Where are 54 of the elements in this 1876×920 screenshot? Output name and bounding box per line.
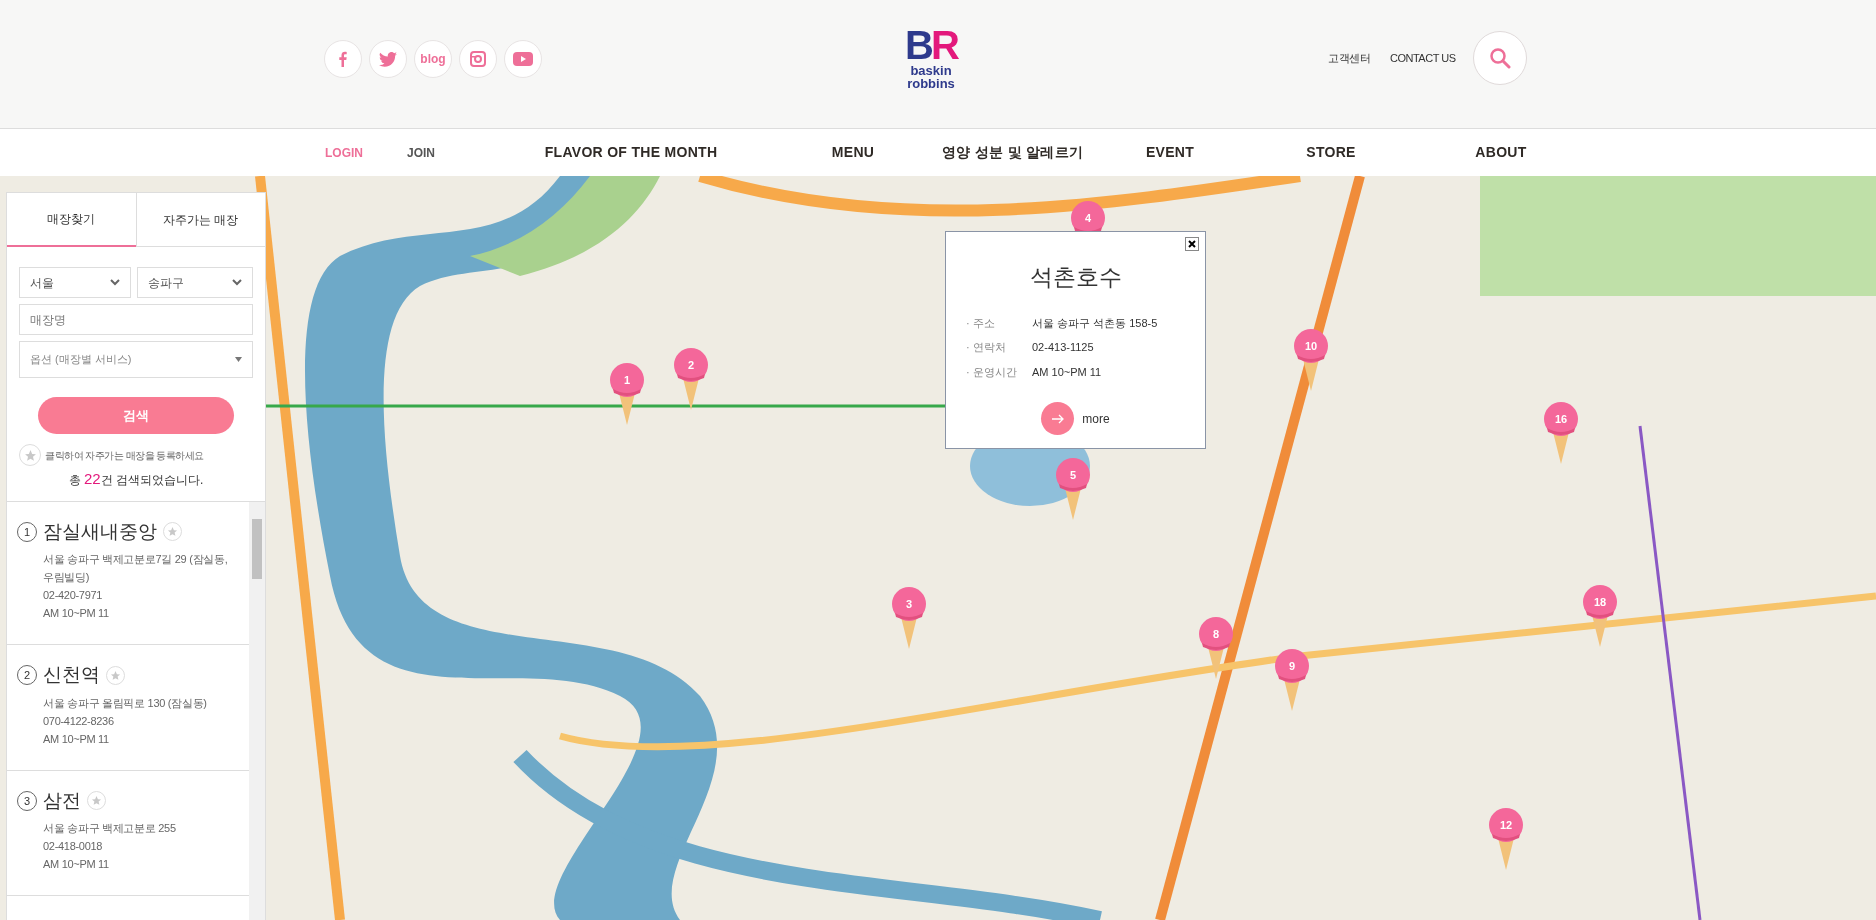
store-address: 서울 송파구 백제고분로7길 29 (잠실동, 우림빌딩): [43, 552, 229, 585]
utility-link[interactable]: 고객센터: [1328, 50, 1370, 67]
nav-link[interactable]: ABOUT: [1451, 142, 1551, 163]
nav-link[interactable]: STORE: [1281, 142, 1381, 163]
chevron-icon: [109, 279, 120, 286]
twitter-link[interactable]: [369, 40, 407, 78]
store-phone: 070-4122-8236: [43, 713, 115, 729]
bird-icon: [379, 51, 397, 67]
nav-link[interactable]: FLAVOR OF THE MONTH: [531, 142, 731, 163]
store-phone: 02-420-7971: [43, 588, 104, 603]
store-hours: AM 10~PM 11: [43, 731, 110, 747]
store-address: 서울 송파구 백제고분로 255: [43, 821, 177, 836]
field-value: 서울 송파구 석촌동 158-5: [1032, 315, 1158, 331]
store-hours: AM 10~PM 11: [43, 857, 110, 872]
triangle-icon: [235, 357, 242, 362]
store-name: 잠실새내중앙: [43, 519, 157, 544]
facebook-icon: [336, 51, 350, 67]
option-select[interactable]: 옵션 (매장별 서비스): [19, 341, 253, 378]
instagram-link[interactable]: [459, 40, 497, 78]
chevron-icon: [232, 279, 242, 286]
youtube-link[interactable]: [504, 40, 542, 78]
store-name: 신천역: [43, 663, 100, 687]
field-value: 02-413-1125: [1032, 340, 1094, 355]
region-select[interactable]: 서울: [19, 267, 131, 298]
nav-link[interactable]: JOIN: [391, 143, 451, 162]
store-name: 삼전: [43, 788, 81, 813]
arrow-icon: [1050, 413, 1065, 424]
store-phone: 02-418-0018: [43, 839, 104, 854]
logo[interactable]: BR baskin robbins: [898, 26, 964, 90]
search-icon: [1489, 47, 1511, 69]
scrollbar[interactable]: [249, 501, 265, 920]
utility-link[interactable]: CONTACT US: [1390, 50, 1456, 67]
store-hours: AM 10~PM 11: [43, 606, 110, 621]
result-count: 총 22건 검색되었습니다.: [67, 469, 205, 489]
nav-link[interactable]: 영양 성분 및 알레르기: [942, 142, 1082, 163]
close-icon[interactable]: [1185, 237, 1199, 251]
arrow-button[interactable]: [1041, 402, 1075, 435]
store-address: 서울 송파구 올림픽로 130 (잠실동): [43, 695, 208, 711]
search-button[interactable]: [1473, 31, 1527, 85]
more-link[interactable]: more: [1082, 409, 1110, 428]
camera-icon: [470, 51, 486, 67]
facebook-link[interactable]: [324, 40, 362, 78]
play-icon: [513, 52, 533, 66]
favorite-hint: 클릭하여 자주가는 매장을 등록하세요: [45, 448, 204, 463]
field-label: · 연락처: [966, 340, 1007, 355]
nav-link[interactable]: EVENT: [1120, 142, 1220, 163]
popup-title: 석촌호수: [1028, 263, 1123, 292]
store-name-field[interactable]: 매장명: [19, 304, 253, 335]
field-label: · 주소: [966, 315, 996, 331]
field-label: · 운영시간: [966, 364, 1018, 380]
tab[interactable]: 자주가는 매장: [135, 193, 265, 247]
district-select[interactable]: 송파구: [136, 267, 253, 298]
field-value: AM 10~PM 11: [1032, 364, 1102, 380]
nav-link[interactable]: MENU: [803, 142, 903, 163]
